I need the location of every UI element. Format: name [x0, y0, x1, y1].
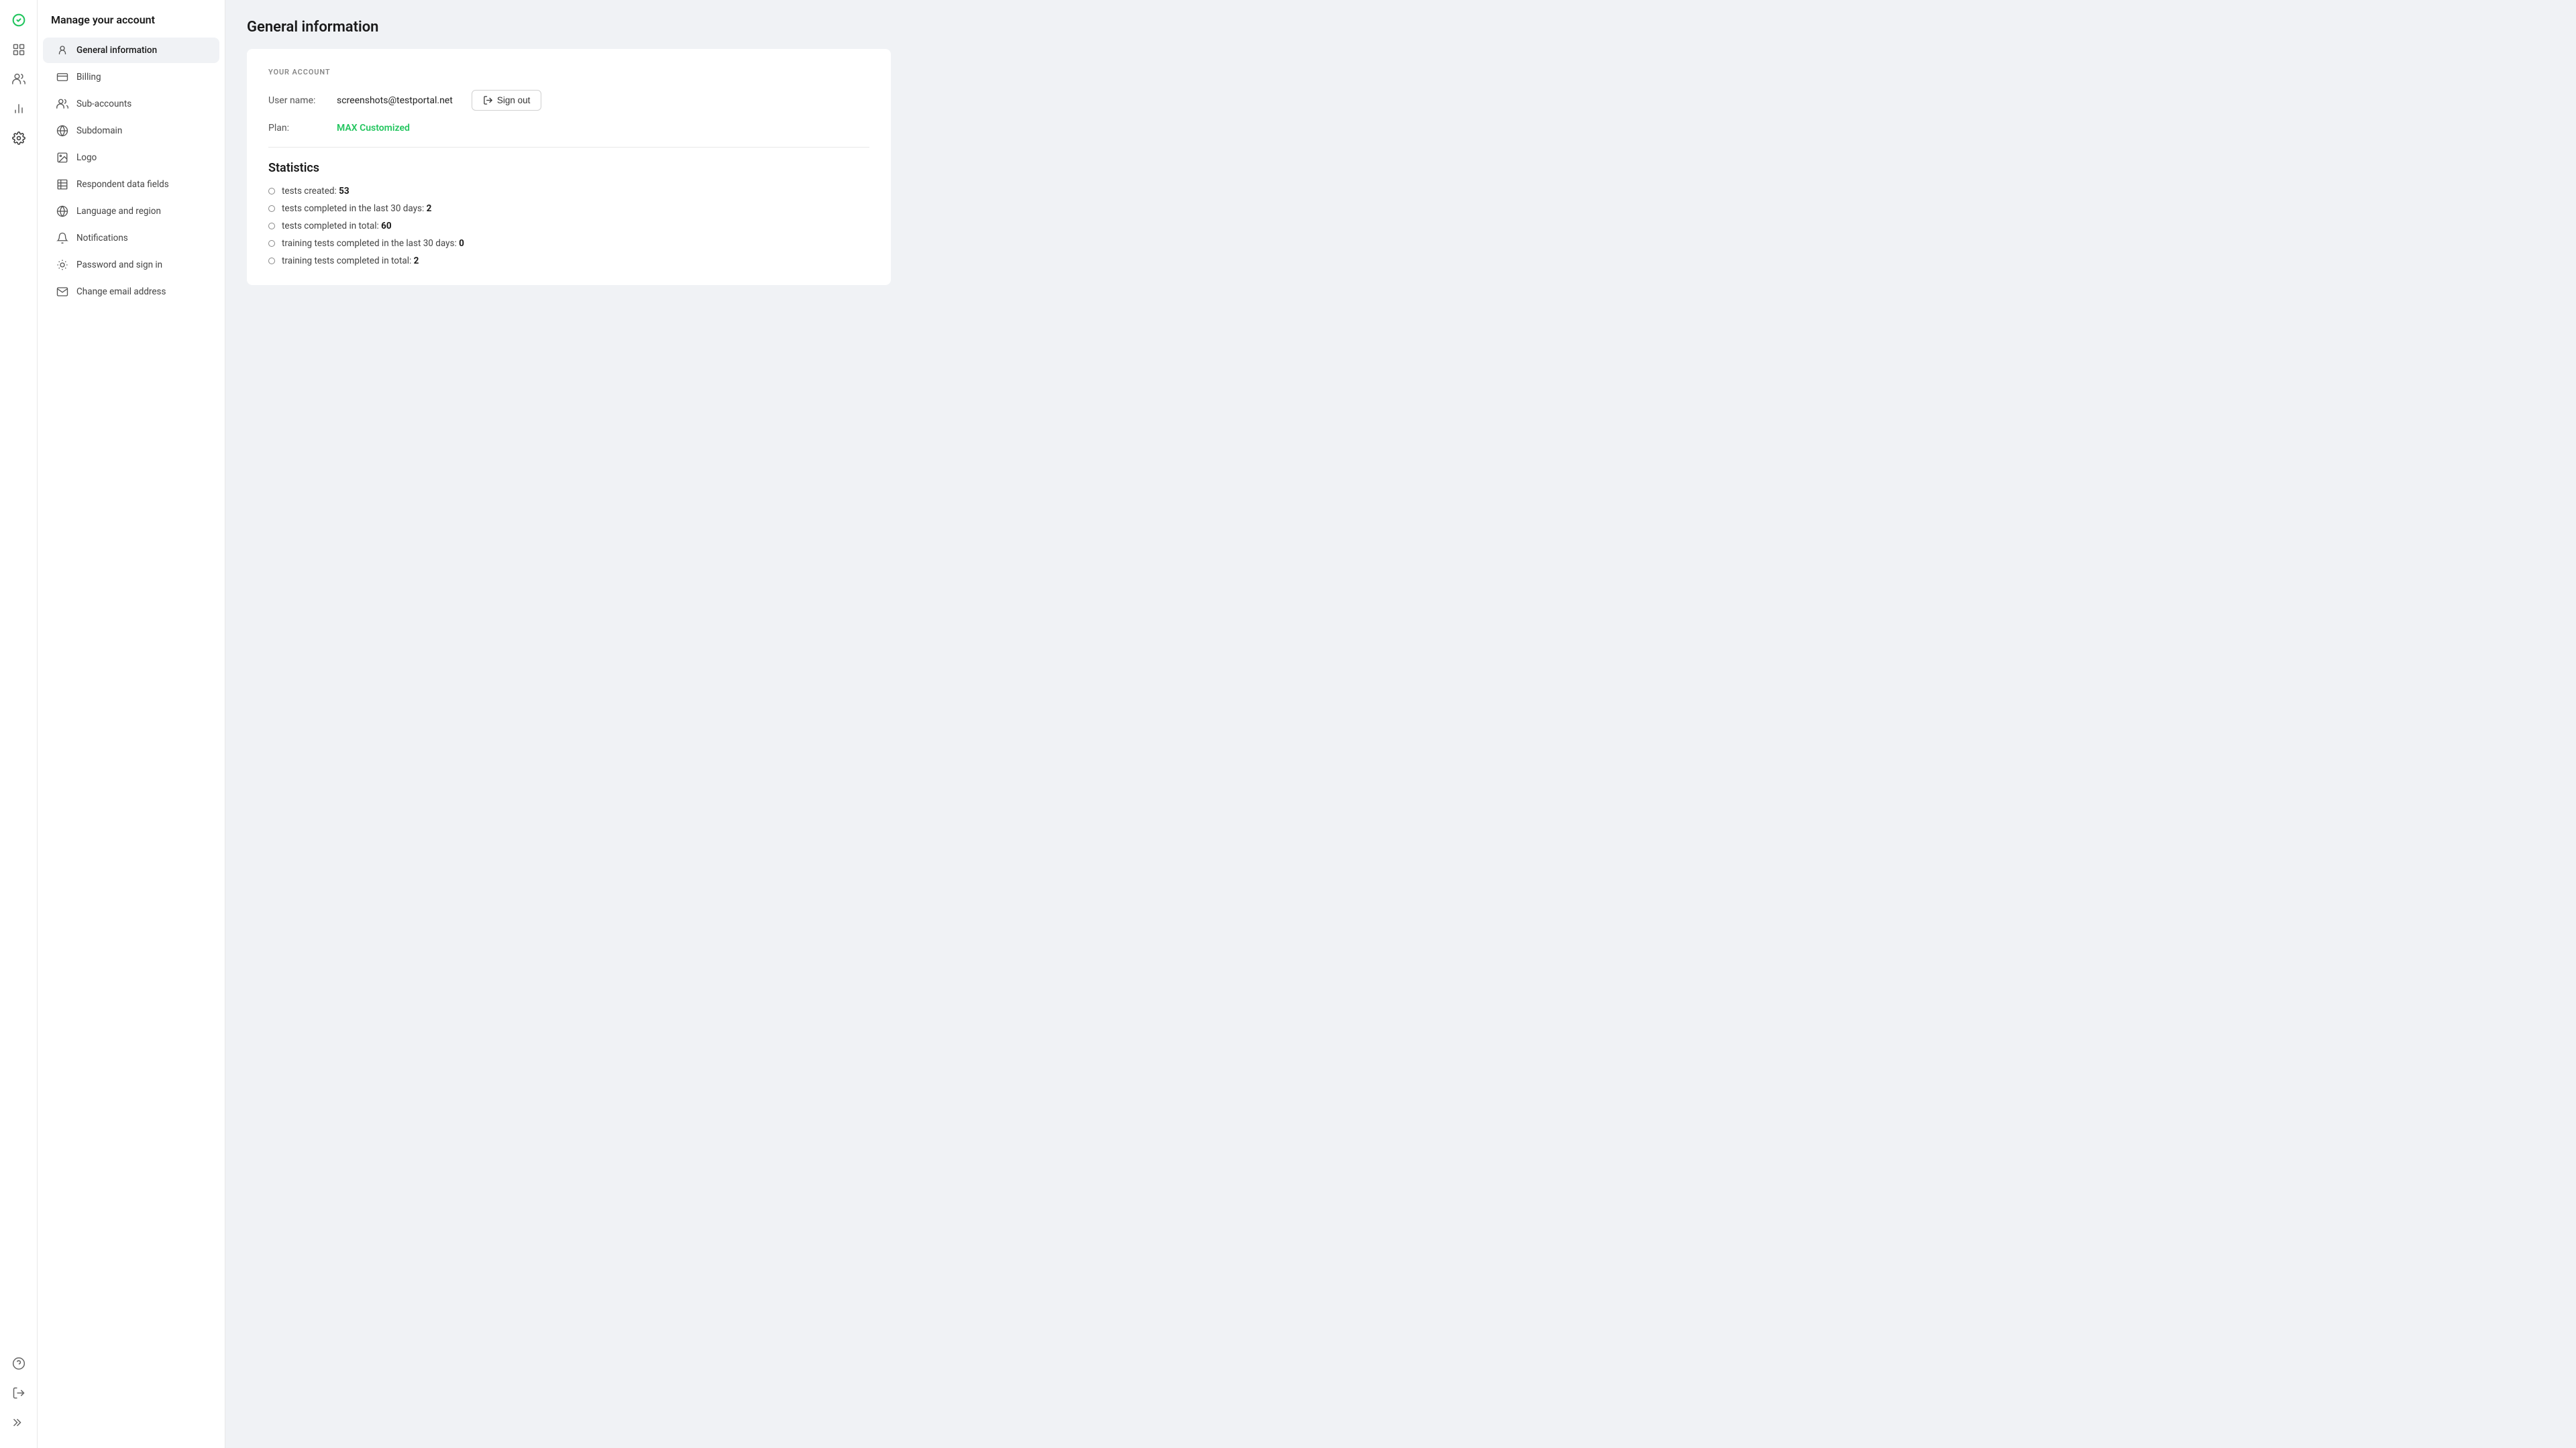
- sidebar: Manage your account General information …: [38, 0, 225, 1448]
- stat-item-2: tests completed in total: 60: [268, 221, 869, 231]
- sidebar-item-language-and-region[interactable]: Language and region: [43, 199, 219, 224]
- sidebar-item-label-billing: Billing: [76, 72, 101, 82]
- brand-logo-icon[interactable]: [7, 8, 31, 32]
- sidebar-item-label-subdomain: Subdomain: [76, 125, 122, 136]
- analytics-icon[interactable]: [7, 97, 31, 121]
- sign-out-label: Sign out: [497, 95, 531, 105]
- sidebar-item-billing[interactable]: Billing: [43, 64, 219, 90]
- sidebar-item-label-logo: Logo: [76, 152, 97, 163]
- stat-item-4: training tests completed in total: 2: [268, 256, 869, 266]
- stat-text-0: tests created: 53: [282, 186, 350, 197]
- sign-out-button-icon: [483, 95, 493, 105]
- sidebar-item-password-and-sign-in[interactable]: Password and sign in: [43, 252, 219, 278]
- respondent-data-fields-icon: [56, 178, 68, 190]
- page-title: General information: [247, 19, 2555, 36]
- language-region-icon: [56, 205, 68, 217]
- sub-accounts-icon: [56, 98, 68, 110]
- stat-value-2: 60: [381, 221, 392, 231]
- content-card: YOUR ACCOUNT User name: screenshots@test…: [247, 49, 891, 285]
- your-account-section: YOUR ACCOUNT User name: screenshots@test…: [268, 68, 869, 133]
- username-value: screenshots@testportal.net: [337, 95, 453, 106]
- stat-item-1: tests completed in the last 30 days: 2: [268, 203, 869, 214]
- stat-value-4: 2: [414, 256, 419, 266]
- statistics-section: Statistics tests created: 53 tests compl…: [268, 161, 869, 266]
- sidebar-item-label-change-email-address: Change email address: [76, 286, 166, 297]
- help-icon[interactable]: [7, 1351, 31, 1376]
- statistics-list: tests created: 53 tests completed in the…: [268, 186, 869, 266]
- password-sign-in-icon: [56, 259, 68, 271]
- main-content: General information YOUR ACCOUNT User na…: [225, 0, 2576, 1448]
- sidebar-item-label-respondent-data-fields: Respondent data fields: [76, 179, 169, 190]
- change-email-icon: [56, 286, 68, 298]
- sign-out-button[interactable]: Sign out: [472, 90, 542, 111]
- sidebar-item-respondent-data-fields[interactable]: Respondent data fields: [43, 172, 219, 197]
- users-icon[interactable]: [7, 67, 31, 91]
- sidebar-item-change-email-address[interactable]: Change email address: [43, 279, 219, 304]
- stat-text-1: tests completed in the last 30 days: 2: [282, 203, 431, 214]
- stat-text-2: tests completed in total: 60: [282, 221, 392, 231]
- account-section-label: YOUR ACCOUNT: [268, 68, 869, 76]
- stat-item-0: tests created: 53: [268, 186, 869, 197]
- sidebar-item-label-language-and-region: Language and region: [76, 206, 161, 217]
- username-row: User name: screenshots@testportal.net Si…: [268, 90, 869, 111]
- stat-value-3: 0: [459, 238, 464, 249]
- icon-rail: [0, 0, 38, 1448]
- sign-out-rail-icon[interactable]: [7, 1381, 31, 1405]
- sidebar-item-label-password-and-sign-in: Password and sign in: [76, 260, 162, 270]
- username-label: User name:: [268, 95, 329, 106]
- sidebar-item-subdomain[interactable]: Subdomain: [43, 118, 219, 144]
- sidebar-item-logo[interactable]: Logo: [43, 145, 219, 170]
- sidebar-item-sub-accounts[interactable]: Sub-accounts: [43, 91, 219, 117]
- sidebar-item-general-information[interactable]: General information: [43, 38, 219, 63]
- general-info-icon: [56, 44, 68, 56]
- section-divider: [268, 147, 869, 148]
- expand-icon[interactable]: [7, 1410, 31, 1435]
- plan-label: Plan:: [268, 123, 329, 133]
- sidebar-nav: General information Billing Sub-accounts: [38, 37, 225, 305]
- logo-icon: [56, 152, 68, 164]
- statistics-title: Statistics: [268, 161, 869, 175]
- billing-icon: [56, 71, 68, 83]
- dashboard-icon[interactable]: [7, 38, 31, 62]
- sidebar-title: Manage your account: [38, 13, 225, 37]
- sidebar-item-label-sub-accounts: Sub-accounts: [76, 99, 131, 109]
- notifications-icon: [56, 232, 68, 244]
- plan-value: MAX Customized: [337, 123, 410, 133]
- subdomain-icon: [56, 125, 68, 137]
- stat-text-3: training tests completed in the last 30 …: [282, 238, 464, 249]
- stat-value-0: 53: [339, 186, 350, 197]
- stat-text-4: training tests completed in total: 2: [282, 256, 419, 266]
- sidebar-item-label-notifications: Notifications: [76, 233, 128, 243]
- sidebar-item-label-general-information: General information: [76, 45, 157, 56]
- stat-item-3: training tests completed in the last 30 …: [268, 238, 869, 249]
- plan-row: Plan: MAX Customized: [268, 123, 869, 133]
- settings-icon[interactable]: [7, 126, 31, 150]
- sidebar-item-notifications[interactable]: Notifications: [43, 225, 219, 251]
- stat-value-1: 2: [427, 203, 432, 214]
